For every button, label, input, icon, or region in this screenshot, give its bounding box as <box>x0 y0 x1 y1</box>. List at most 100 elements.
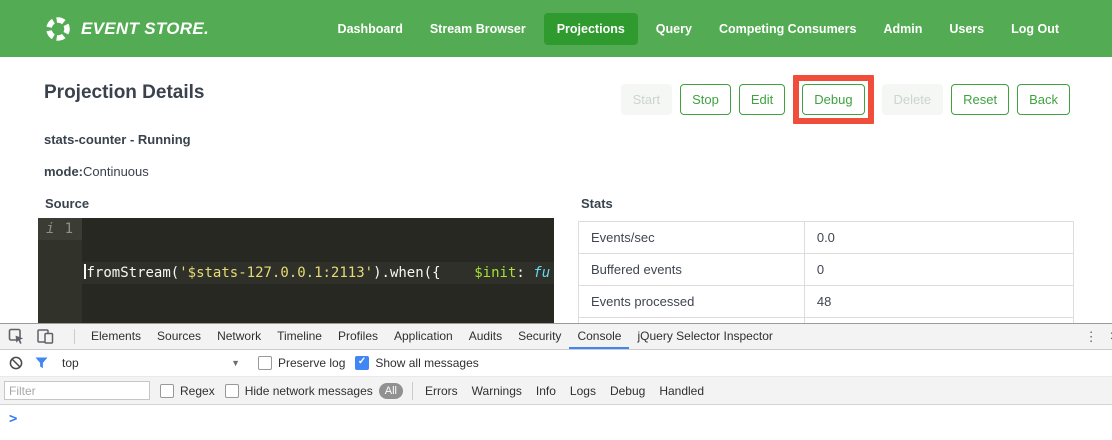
tab-jquery-selector-inspector[interactable]: jQuery Selector Inspector <box>629 324 780 349</box>
devtools-tabbar: ElementsSourcesNetworkTimelineProfilesAp… <box>0 324 1112 350</box>
filter-levels: Errors Warnings Info Logs Debug Handled <box>418 384 711 398</box>
level-handled[interactable]: Handled <box>659 384 704 398</box>
editor-code-area[interactable]: fromStream('$stats-127.0.0.1:2113').when… <box>82 218 554 323</box>
stats-row-events-sec: Events/sec0.0 <box>579 222 1074 254</box>
nav-item-competing-consumers[interactable]: Competing Consumers <box>710 13 866 45</box>
preserve-log-label: Preserve log <box>278 356 345 370</box>
filter-all-button[interactable]: All <box>379 383 403 399</box>
tab-application[interactable]: Application <box>386 324 461 349</box>
context-value: top <box>62 356 79 370</box>
debug-button[interactable]: Debug <box>802 84 864 115</box>
stats-heading: Stats <box>581 196 1074 211</box>
text-cursor <box>84 264 86 279</box>
stats-label-cell: Buffered events <box>579 254 805 286</box>
source-heading: Source <box>45 196 554 211</box>
level-logs[interactable]: Logs <box>570 384 596 398</box>
source-code-editor[interactable]: i 1 fromStream('$stats-127.0.0.1:2113').… <box>38 218 554 323</box>
tab-audits[interactable]: Audits <box>461 324 510 349</box>
reset-button[interactable]: Reset <box>951 84 1009 115</box>
hide-network-checkbox[interactable] <box>225 384 239 398</box>
stats-label-cell: Events/sec <box>579 222 805 254</box>
regex-label: Regex <box>180 384 215 398</box>
stats-label-cell: Events processed <box>579 286 805 318</box>
line-number: 1 <box>65 218 73 240</box>
source-section: Source i 1 fromStream('$stats-127.0.0.1:… <box>38 196 554 323</box>
console-toolbar: top ▼ Preserve log Show all messages <box>0 350 1112 377</box>
edit-button[interactable]: Edit <box>739 84 785 115</box>
top-navbar: EVENT STORE. Dashboard Stream Browser Proj… <box>0 0 1112 57</box>
code-segment-5: : <box>516 265 533 281</box>
stats-section: Stats Events/sec0.0Buffered events0Event… <box>578 196 1074 323</box>
tabbar-right-controls: ⋮ × <box>1058 324 1112 349</box>
gutter-annotation-icon: i <box>46 218 54 240</box>
nav-item-stream-browser[interactable]: Stream Browser <box>421 13 535 45</box>
filter-input[interactable] <box>4 381 150 400</box>
console-filter-row: Regex Hide network messages All ErrorsWa… <box>0 377 1112 405</box>
execution-context-selector[interactable]: top ▼ <box>62 356 240 370</box>
stats-table-body: Events/sec0.0Buffered events0Events proc… <box>579 222 1074 324</box>
show-all-messages-checkbox[interactable] <box>355 356 369 370</box>
nav-item-users[interactable]: Users <box>940 13 993 45</box>
stats-table: Events/sec0.0Buffered events0Events proc… <box>578 221 1074 323</box>
code-segment-3 <box>441 265 475 281</box>
filter-funnel-icon[interactable] <box>35 357 48 369</box>
code-segment-0: fromStream( <box>87 265 180 281</box>
stats-value-cell: 48 <box>804 286 1073 318</box>
debug-highlight-box: Debug <box>793 75 873 124</box>
devtools-close-icon[interactable]: × <box>1108 328 1112 346</box>
nav-item-query[interactable]: Query <box>647 13 701 45</box>
tab-profiles[interactable]: Profiles <box>330 324 386 349</box>
detail-columns: Source i 1 fromStream('$stats-127.0.0.1:… <box>38 196 1074 323</box>
devtools-menu-icon[interactable]: ⋮ <box>1075 329 1108 345</box>
nav-item-log-out[interactable]: Log Out <box>1002 13 1068 45</box>
eventstore-logo[interactable]: EVENT STORE. <box>44 15 209 43</box>
mode-value: Continuous <box>83 164 149 179</box>
page-title: Projection Details <box>44 82 205 104</box>
code-line-1: fromStream('$stats-127.0.0.1:2113').when… <box>82 262 554 284</box>
tab-sources[interactable]: Sources <box>149 324 209 349</box>
device-toolbar-icon[interactable] <box>37 324 54 349</box>
gutter-line-1: i 1 <box>38 218 82 240</box>
level-errors[interactable]: Errors <box>425 384 458 398</box>
delete-button: Delete <box>882 84 944 115</box>
mode-label: mode: <box>44 164 83 179</box>
clear-console-icon[interactable] <box>9 356 23 370</box>
nav-item-admin[interactable]: Admin <box>874 13 931 45</box>
tabbar-separator <box>74 329 75 344</box>
code-segment-2: ).when({ <box>373 265 440 281</box>
level-info[interactable]: Info <box>536 384 556 398</box>
tab-elements[interactable]: Elements <box>83 324 149 349</box>
projection-mode: mode:Continuous <box>44 164 149 179</box>
stop-button[interactable]: Stop <box>680 84 731 115</box>
tab-timeline[interactable]: Timeline <box>269 324 330 349</box>
action-buttons: Start Stop Edit Debug DeleteReset Back <box>621 75 1070 124</box>
stats-value-cell: 0.0 <box>804 222 1073 254</box>
editor-gutter: i 1 <box>38 218 82 323</box>
preserve-log-checkbox[interactable] <box>258 356 272 370</box>
devtools-panel: ElementsSourcesNetworkTimelineProfilesAp… <box>0 323 1112 440</box>
projection-status: stats-counter - Running <box>44 132 191 147</box>
main-nav: Dashboard Stream Browser Projections Query C… <box>329 13 1068 45</box>
eventstore-logo-text: EVENT STORE. <box>81 19 209 39</box>
nav-item-dashboard[interactable]: Dashboard <box>329 13 412 45</box>
level-warnings[interactable]: Warnings <box>472 384 522 398</box>
code-segment-6: fu <box>533 265 550 281</box>
regex-checkbox[interactable] <box>160 384 174 398</box>
filter-separator <box>412 382 413 400</box>
eventstore-logo-icon <box>44 15 72 43</box>
level-debug[interactable]: Debug <box>610 384 645 398</box>
stats-row-events-processed: Events processed48 <box>579 286 1074 318</box>
chevron-down-icon: ▼ <box>231 358 240 368</box>
console-prompt-row[interactable]: > <box>0 405 1112 426</box>
code-segment-4: $init <box>474 265 516 281</box>
start-button: Start <box>621 84 672 115</box>
devtools-tabs: ElementsSourcesNetworkTimelineProfilesAp… <box>83 324 781 349</box>
nav-item-projections[interactable]: Projections <box>544 13 638 45</box>
code-segments: fromStream('$stats-127.0.0.1:2113').when… <box>87 265 551 281</box>
show-all-messages-label: Show all messages <box>375 356 478 370</box>
tab-network[interactable]: Network <box>209 324 269 349</box>
tab-console[interactable]: Console <box>569 324 629 349</box>
inspect-element-icon[interactable] <box>8 324 25 349</box>
tab-security[interactable]: Security <box>510 324 569 349</box>
back-button[interactable]: Back <box>1017 84 1070 115</box>
